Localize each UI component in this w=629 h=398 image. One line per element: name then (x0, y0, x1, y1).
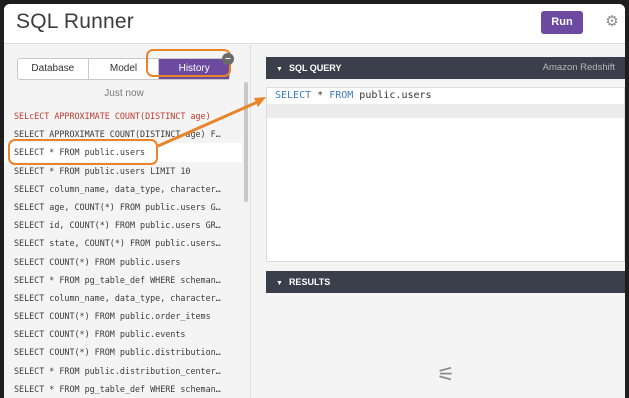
history-item[interactable]: SELECT column_name, data_type, character… (4, 289, 242, 307)
caret-down-icon: ▼ (276, 280, 283, 287)
results-section-header[interactable]: ▼ RESULTS (266, 271, 625, 293)
history-item[interactable]: SELECT COUNT(*) FROM public.events (4, 325, 242, 343)
sql-token: * (311, 90, 330, 101)
history-item[interactable]: SELECT state, COUNT(*) FROM public.users… (4, 234, 242, 252)
history-timestamp: Just now (104, 88, 144, 99)
gear-icon[interactable]: ⚙ (603, 13, 621, 31)
sql-query-label: SQL QUERY (288, 63, 342, 73)
results-label: RESULTS (288, 277, 331, 287)
pane-divider[interactable] (250, 45, 251, 398)
sql-token: public.users (353, 90, 432, 101)
left-pane: Database Model History Just now SELcECT … (4, 45, 250, 398)
minus-circle-icon[interactable]: – (222, 53, 234, 65)
engine-label: Amazon Redshift (542, 62, 615, 73)
history-item[interactable]: SELECT COUNT(*) FROM public.order_items (4, 307, 242, 325)
page-title: SQL Runner (16, 10, 134, 33)
history-item[interactable]: SELECT * FROM pg_table_def WHERE scheman… (4, 271, 242, 289)
sql-keyword: SELECT (275, 90, 312, 101)
history-item[interactable]: SELECT COUNT(*) FROM public.distribution… (4, 343, 242, 361)
history-item[interactable]: SELECT COUNT(*) FROM public.users (4, 253, 242, 271)
selected-item-callout (8, 139, 158, 165)
sql-editor[interactable]: SELECT * FROM public.users (266, 87, 625, 262)
editor-active-line (267, 104, 624, 118)
history-tab-callout (146, 49, 231, 77)
history-item[interactable]: SELECT age, COUNT(*) FROM public.users G… (4, 198, 242, 216)
tab-database[interactable]: Database (18, 59, 89, 79)
header: SQL Runner Run ⚙ (4, 4, 625, 44)
history-item[interactable]: SELECT id, COUNT(*) FROM public.users GR… (4, 216, 242, 234)
run-button[interactable]: Run (541, 11, 583, 34)
compass-icon: ⚟ (437, 364, 455, 386)
history-item[interactable]: SELcECT APPROXIMATE COUNT(DISTINCT age) (4, 107, 242, 125)
sql-query-section-header[interactable]: ▼ SQL QUERY Amazon Redshift (266, 57, 625, 79)
history-item[interactable]: SELECT * FROM public.distribution_center… (4, 362, 242, 380)
history-item[interactable]: SELECT column_name, data_type, character… (4, 180, 242, 198)
history-scrollbar[interactable] (244, 82, 248, 202)
sql-query-text[interactable]: SELECT * FROM public.users (275, 90, 432, 101)
history-item[interactable]: SELECT * FROM pg_table_def WHERE scheman… (4, 380, 242, 398)
caret-down-icon: ▼ (276, 66, 283, 73)
sql-keyword: FROM (329, 90, 354, 101)
